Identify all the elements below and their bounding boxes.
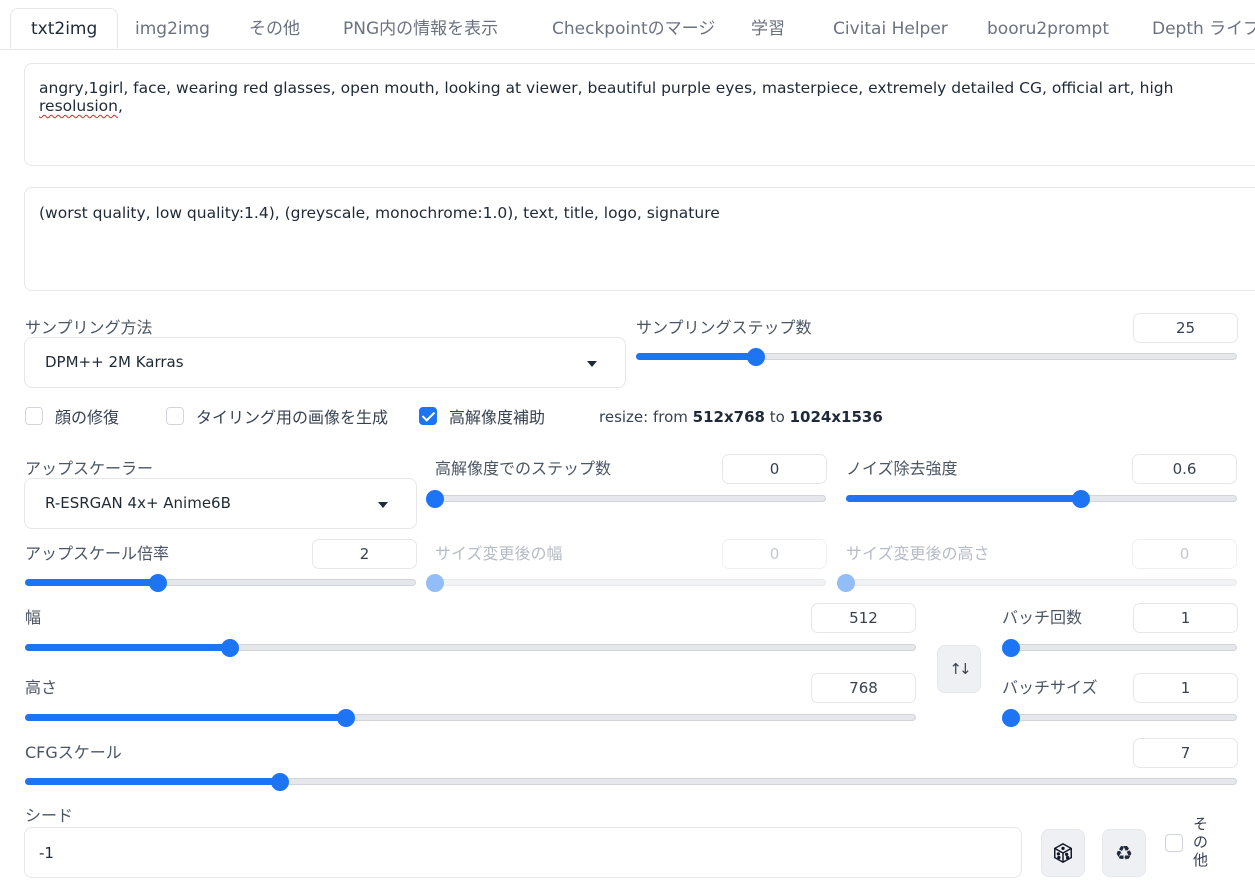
sampler-label: サンプリング方法 <box>25 318 153 337</box>
tab-img2img[interactable]: img2img <box>135 9 210 49</box>
swap-icon: ↑↓ <box>949 660 971 678</box>
upscaler-label: アップスケーラー <box>25 459 154 478</box>
height-slider[interactable] <box>25 708 916 728</box>
seed-value: -1 <box>39 844 54 862</box>
upscaler-value: R-ESRGAN 4x+ Anime6B <box>45 494 231 512</box>
resize-height-number-input: 0 <box>1132 539 1237 569</box>
resize-height-slider <box>837 573 1237 593</box>
slider-thumb[interactable] <box>1002 639 1020 657</box>
resize-width-label: サイズ変更後の幅 <box>435 544 563 563</box>
checkbox-box[interactable] <box>419 407 437 425</box>
slider-thumb <box>426 574 444 592</box>
resize-height-label: サイズ変更後の高さ <box>846 544 990 563</box>
sampler-dropdown[interactable]: DPM++ 2M Karras <box>24 337 626 388</box>
cfg-scale-slider[interactable] <box>25 772 1237 792</box>
batch-count-slider[interactable] <box>1002 638 1237 658</box>
dice-icon <box>1054 842 1072 864</box>
seed-input[interactable]: -1 <box>24 827 1022 878</box>
height-label: 高さ <box>25 678 58 697</box>
cfg-scale-label: CFGスケール <box>25 743 122 762</box>
tab-extras[interactable]: その他 <box>249 9 300 49</box>
seed-label: シード <box>25 806 74 825</box>
tab-bar: txt2img img2img その他 PNG内の情報を表示 Checkpoin… <box>0 0 1255 50</box>
face-restore-label: 顔の修復 <box>55 408 120 427</box>
tiling-checkbox[interactable]: タイリング用の画像を生成 <box>166 405 388 427</box>
batch-size-number-input[interactable]: 1 <box>1133 673 1238 703</box>
width-label: 幅 <box>25 608 42 627</box>
tiling-label: タイリング用の画像を生成 <box>196 408 389 427</box>
batch-size-label: バッチサイズ <box>1002 678 1098 697</box>
tab-png-info[interactable]: PNG内の情報を表示 <box>343 9 498 49</box>
checkbox-box[interactable] <box>166 407 184 425</box>
upscaler-dropdown[interactable]: R-ESRGAN 4x+ Anime6B <box>24 478 417 529</box>
hires-steps-number-input[interactable]: 0 <box>722 454 827 484</box>
tab-train[interactable]: 学習 <box>751 9 785 49</box>
hires-fix-checkbox[interactable]: 高解像度補助 <box>419 405 545 427</box>
slider-thumb[interactable] <box>220 639 239 657</box>
extra-seed-label: その他 <box>1193 815 1209 869</box>
batch-count-label: バッチ回数 <box>1002 608 1083 627</box>
chevron-down-icon <box>587 361 597 367</box>
tab-checkpoint-merger[interactable]: Checkpointのマージ <box>552 9 715 49</box>
extra-seed-checkbox[interactable] <box>1165 834 1183 852</box>
slider-thumb[interactable] <box>747 348 766 366</box>
width-number-input[interactable]: 512 <box>811 603 916 633</box>
denoise-number-input[interactable]: 0.6 <box>1132 454 1237 484</box>
upscale-by-slider[interactable] <box>25 573 416 593</box>
negative-prompt-textarea[interactable]: (worst quality, low quality:1.4), (greys… <box>24 187 1255 291</box>
batch-size-slider[interactable] <box>1002 708 1237 728</box>
cfg-scale-number-input[interactable]: 7 <box>1133 738 1238 768</box>
tab-depth-library[interactable]: Depth ライブラ <box>1152 9 1255 49</box>
resize-width-slider <box>426 573 826 593</box>
slider-thumb[interactable] <box>426 490 444 508</box>
resize-from: 512x768 <box>692 408 765 426</box>
reuse-seed-button[interactable]: ♻ <box>1102 829 1146 877</box>
slider-thumb[interactable] <box>148 574 167 592</box>
denoise-slider[interactable] <box>846 489 1237 509</box>
swap-dimensions-button[interactable]: ↑↓ <box>937 645 981 693</box>
prompt-text-end: , <box>117 97 123 115</box>
denoise-label: ノイズ除去強度 <box>846 459 958 478</box>
random-seed-button[interactable] <box>1041 829 1085 877</box>
checkbox-box[interactable] <box>25 407 43 425</box>
hires-steps-slider[interactable] <box>426 489 826 509</box>
tab-txt2img[interactable]: txt2img <box>10 8 119 49</box>
tab-booru2prompt[interactable]: booru2prompt <box>987 9 1109 49</box>
hires-steps-label: 高解像度でのステップ数 <box>435 459 612 478</box>
chevron-down-icon <box>378 502 388 508</box>
negative-prompt-text: (worst quality, low quality:1.4), (greys… <box>39 204 720 222</box>
prompt-textarea[interactable]: angry,1girl, face, wearing red glasses, … <box>24 63 1255 166</box>
slider-thumb <box>837 574 855 592</box>
upscale-by-number-input[interactable]: 2 <box>312 539 417 569</box>
batch-count-number-input[interactable]: 1 <box>1133 603 1238 633</box>
steps-slider[interactable] <box>636 347 1237 367</box>
upscale-by-label: アップスケール倍率 <box>25 544 170 563</box>
slider-thumb[interactable] <box>270 773 289 791</box>
resize-to: 1024x1536 <box>789 408 883 426</box>
steps-number-input[interactable]: 25 <box>1133 313 1238 343</box>
resize-info-to: to <box>764 408 790 426</box>
resize-info: resize: from 512x768 to 1024x1536 <box>599 408 883 426</box>
resize-width-number-input: 0 <box>722 539 827 569</box>
prompt-misspelled-word: resolusion <box>39 97 118 115</box>
steps-label: サンプリングステップ数 <box>636 318 812 337</box>
resize-info-prefix: resize: from <box>599 408 693 426</box>
tab-civitai-helper[interactable]: Civitai Helper <box>833 9 948 49</box>
sampler-value: DPM++ 2M Karras <box>45 353 184 371</box>
hires-fix-label: 高解像度補助 <box>449 408 546 427</box>
width-slider[interactable] <box>25 638 916 658</box>
slider-thumb[interactable] <box>1002 709 1020 727</box>
slider-thumb[interactable] <box>336 709 355 727</box>
height-number-input[interactable]: 768 <box>811 673 916 703</box>
slider-thumb[interactable] <box>1071 490 1090 508</box>
face-restore-checkbox[interactable]: 顔の修復 <box>25 405 119 427</box>
prompt-text: angry,1girl, face, wearing red glasses, … <box>39 79 1174 97</box>
recycle-icon: ♻ <box>1115 841 1133 865</box>
